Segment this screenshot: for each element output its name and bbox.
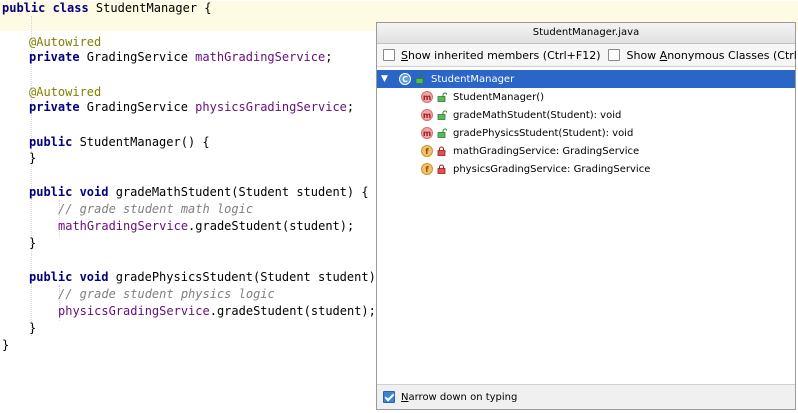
narrow-down-label[interactable]: Narrow down on typing [401,392,517,403]
code-line: } [29,235,36,252]
tree-method-1[interactable]: m gradeMathStudent(Student): void [377,106,795,124]
unlock-icon [437,128,447,138]
code-token: } [2,338,10,352]
code-line: physicsGradingService.gradeStudent(stude… [58,303,376,320]
code-token: gradePhysicsStudent(Student student) { [115,270,391,284]
narrow-down-option[interactable]: Narrow down on typing [383,391,517,403]
code-token: mathGradingService [195,50,326,64]
show-inherited-option[interactable]: Show inherited members (Ctrl+F12) [383,49,600,62]
code-token: StudentManager() { [79,135,210,149]
show-inherited-checkbox[interactable] [383,49,395,61]
member-label: mathGradingService: GradingService [453,145,640,157]
unlock-icon [437,92,447,102]
member-label: StudentManager() [453,91,545,103]
code-token: public void [29,270,116,284]
code-line: public StudentManager() { [29,134,210,151]
code-token: StudentManager { [95,1,212,15]
structure-tree[interactable]: ▼ C StudentManager m StudentManager() m gra… [377,67,795,178]
field-icon: f [421,163,433,175]
code-line: } [29,320,36,337]
member-label: physicsGradingService: GradingService [453,163,651,175]
tree-field-3[interactable]: f mathGradingService: GradingService [377,142,795,160]
code-line: // grade student physics logic [58,286,275,303]
code-token: // grade student math logic [58,202,254,216]
unlock-icon [415,74,425,84]
code-token: public class [2,1,96,15]
class-icon: C [399,73,411,85]
code-token: private [29,100,87,114]
code-token: // grade student physics logic [58,287,275,301]
popup-options: Show inherited members (Ctrl+F12) Show A… [377,44,798,67]
code-token: } [29,151,37,165]
code-token: GradingService [86,50,196,64]
code-token: private [29,50,87,64]
code-line: // grade student math logic [58,201,253,218]
file-structure-popup[interactable]: StudentManager.java Show inherited membe… [376,22,798,410]
code-token: physicsGradingService [195,100,347,114]
code-line: mathGradingService.gradeStudent(student)… [58,218,354,235]
collapse-arrow-icon[interactable]: ▼ [381,74,391,84]
tree-method-0[interactable]: m StudentManager() [377,88,795,106]
lock-icon [437,146,446,156]
method-icon: m [421,91,433,103]
member-label: gradeMathStudent(Student): void [453,109,622,121]
code-token: GradingService [86,100,196,114]
narrow-down-checkbox[interactable] [383,391,395,403]
popup-title: StudentManager.java [377,23,795,44]
class-label: StudentManager [431,73,515,85]
tree-root-class[interactable]: ▼ C StudentManager [377,70,795,88]
code-line: public void gradePhysicsStudent(Student … [29,269,390,286]
member-list: m StudentManager() m gradeMathStudent(Stude… [377,88,795,178]
code-line: private GradingService mathGradingServic… [29,49,332,66]
show-inherited-label[interactable]: Show inherited members (Ctrl+F12) [401,49,600,62]
unlock-icon [437,110,447,120]
code-line: } [29,150,36,167]
tree-method-2[interactable]: m gradePhysicsStudent(Student): void [377,124,795,142]
show-anonymous-option[interactable]: Show Anonymous Classes (Ctrl+I) [608,49,798,62]
popup-footer: Narrow down on typing [377,384,795,409]
code-token: @Autowired [29,35,102,49]
method-icon: m [421,109,433,121]
code-line: private GradingService physicsGradingSer… [29,99,354,116]
code-line: } [2,337,9,354]
tree-field-4[interactable]: f physicsGradingService: GradingService [377,160,795,178]
code-token: physicsGradingService [58,304,210,318]
code-token: @Autowired [29,85,102,99]
code-token: public [29,135,80,149]
lock-icon [437,164,446,174]
code-token: .gradeStudent(student); [188,219,355,233]
code-line: public void gradeMathStudent(Student stu… [29,184,369,201]
code-line: public class StudentManager { [2,0,212,17]
field-icon: f [421,145,433,157]
show-anonymous-label[interactable]: Show Anonymous Classes (Ctrl+I) [626,49,798,62]
code-token: ; [346,100,355,114]
code-token: gradeMathStudent(Student student) { [115,185,369,199]
method-icon: m [421,127,433,139]
code-token: mathGradingService [58,219,189,233]
member-label: gradePhysicsStudent(Student): void [453,127,634,139]
code-token: ; [325,50,333,64]
code-token: .gradeStudent(student); [209,304,376,318]
show-anonymous-checkbox[interactable] [608,49,621,61]
code-token: } [29,236,37,250]
code-token: } [29,321,37,335]
code-token: public void [29,185,116,199]
